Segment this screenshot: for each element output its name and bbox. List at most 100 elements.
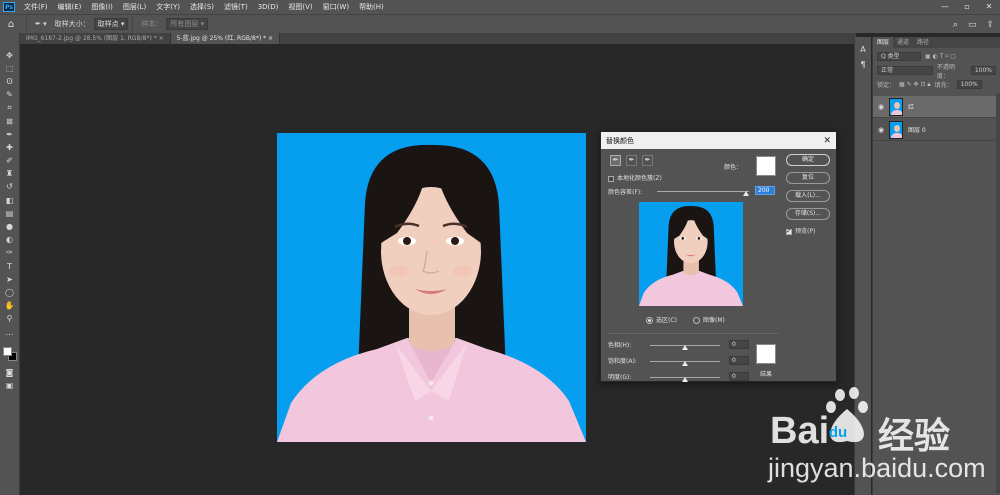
- path-select-tool-icon[interactable]: ➤: [4, 274, 16, 286]
- saturation-input[interactable]: 0: [729, 356, 749, 365]
- crop-tool-icon[interactable]: ⌗: [4, 102, 16, 114]
- load-button[interactable]: 载入(L)...: [786, 190, 830, 202]
- dialog-titlebar[interactable]: 替换颜色 ✕: [601, 132, 836, 149]
- visibility-eye-icon[interactable]: ◉: [873, 126, 889, 134]
- share-icon[interactable]: ⇪: [986, 20, 994, 30]
- fuzziness-input[interactable]: 200: [755, 186, 775, 195]
- brush-tool-icon[interactable]: ✐: [4, 155, 16, 167]
- lightness-input[interactable]: 0: [729, 372, 749, 381]
- menu-view[interactable]: 视图(V): [283, 2, 317, 12]
- result-color-swatch[interactable]: [756, 344, 776, 364]
- menu-type[interactable]: 文字(Y): [151, 2, 185, 12]
- fill-input[interactable]: 100%: [956, 80, 982, 89]
- dodge-tool-icon[interactable]: ◐: [4, 234, 16, 246]
- layer-row-red[interactable]: ◉ 红: [873, 96, 1000, 118]
- hue-slider-thumb[interactable]: [682, 345, 688, 350]
- canvas-photo[interactable]: [277, 133, 586, 442]
- fuzziness-slider-thumb[interactable]: [743, 191, 749, 196]
- result-label: 结果: [760, 371, 773, 378]
- lock-icons[interactable]: ▦ ✎ ✥ ⊡ 🔒︎: [899, 81, 931, 89]
- lasso-tool-icon[interactable]: ʘ: [4, 76, 16, 88]
- sample-size-dropdown[interactable]: 取样点 ▾: [93, 18, 129, 30]
- layer-thumbnail: [889, 120, 903, 139]
- paragraph-panel-icon[interactable]: ¶: [860, 60, 865, 69]
- pen-tool-icon[interactable]: ✑: [4, 247, 16, 259]
- menu-edit[interactable]: 编辑(E): [53, 2, 87, 12]
- visibility-eye-icon[interactable]: ◉: [873, 103, 889, 111]
- tab-5-blue[interactable]: 5-蓝.jpg @ 25% (红, RGB/8*) * ×: [170, 33, 281, 44]
- opacity-input[interactable]: 100%: [970, 66, 996, 75]
- menu-select[interactable]: 选择(S): [185, 2, 219, 12]
- color-swatches[interactable]: [2, 347, 17, 362]
- restore-button[interactable]: ▫: [956, 0, 978, 14]
- shape-tool-icon[interactable]: ◯: [4, 287, 16, 299]
- type-tool-icon[interactable]: T: [4, 261, 16, 273]
- blur-tool-icon[interactable]: ●: [4, 221, 16, 233]
- tab-paths[interactable]: 路径: [913, 37, 933, 48]
- menu-file[interactable]: 文件(F): [19, 2, 53, 12]
- move-tool-icon[interactable]: ✥: [4, 50, 16, 62]
- image-radio-option[interactable]: 图像(M): [693, 315, 725, 324]
- frame-tool-icon[interactable]: ⊠: [4, 116, 16, 128]
- eyedropper-tool-icon[interactable]: ✒ ▾: [35, 20, 47, 28]
- ok-button[interactable]: 确定: [786, 154, 830, 166]
- tab-channels[interactable]: 通道: [893, 37, 913, 48]
- lightness-slider-thumb[interactable]: [682, 377, 688, 382]
- reset-button[interactable]: 复位: [786, 172, 830, 184]
- sample-dropdown[interactable]: 所有图层 ▾: [166, 18, 209, 30]
- preview-checkbox[interactable]: [786, 227, 792, 235]
- hue-label: 色相(H):: [608, 342, 632, 349]
- tab-img-6187[interactable]: IMG_6187-2.jpg @ 28.5% (图层 1, RGB/8*) * …: [20, 33, 171, 44]
- eyedropper-tool-icon[interactable]: ✒: [4, 129, 16, 141]
- marquee-tool-icon[interactable]: ⬚: [4, 63, 16, 75]
- sample-size-value: 取样点: [97, 20, 119, 28]
- menu-help[interactable]: 帮助(H): [354, 2, 389, 12]
- selection-radio[interactable]: [646, 317, 653, 324]
- eyedropper-plus-icon[interactable]: ✒: [626, 155, 637, 166]
- close-window-button[interactable]: ✕: [978, 0, 1000, 14]
- search-icon[interactable]: ⌕: [953, 20, 958, 30]
- menu-filter[interactable]: 滤镜(T): [219, 2, 253, 12]
- menu-layer[interactable]: 图层(L): [118, 2, 151, 12]
- workspace-icon[interactable]: ▭: [968, 20, 977, 30]
- eyedropper-icon[interactable]: ✒: [610, 155, 621, 166]
- home-icon[interactable]: ⌂: [0, 19, 22, 30]
- fuzziness-slider-track[interactable]: [657, 191, 749, 192]
- filter-icons[interactable]: ▣ ◐ T ⌑ ▢: [925, 53, 956, 60]
- tab-layers[interactable]: 图层: [873, 37, 894, 48]
- selection-radio-option[interactable]: 选区(C): [646, 315, 677, 324]
- localized-clusters-checkbox[interactable]: [608, 175, 614, 182]
- more-tools-icon[interactable]: …: [4, 327, 16, 339]
- zoom-tool-icon[interactable]: ⚲: [4, 313, 16, 325]
- blend-row: 正常 不透明度： 100%: [873, 64, 1000, 80]
- hand-tool-icon[interactable]: ✋: [4, 300, 16, 312]
- image-radio[interactable]: [693, 317, 700, 324]
- character-panel-icon[interactable]: A: [860, 45, 865, 54]
- history-brush-tool-icon[interactable]: ↺: [4, 181, 16, 193]
- stamp-tool-icon[interactable]: ♜: [4, 168, 16, 180]
- menu-image[interactable]: 图像(I): [86, 2, 118, 12]
- quick-mask-icon[interactable]: ◙: [4, 367, 16, 379]
- selected-color-swatch[interactable]: [756, 156, 776, 176]
- eraser-tool-icon[interactable]: ◧: [4, 195, 16, 207]
- selection-preview[interactable]: [639, 202, 743, 306]
- minimize-button[interactable]: —: [934, 0, 956, 14]
- menu-3d[interactable]: 3D(D): [253, 3, 284, 11]
- saturation-slider-thumb[interactable]: [682, 361, 688, 366]
- healing-tool-icon[interactable]: ✚: [4, 142, 16, 154]
- dialog-close-button[interactable]: ✕: [823, 136, 831, 146]
- layer-row-layer0[interactable]: ◉ 图层 0: [873, 119, 1000, 141]
- blend-mode-dropdown[interactable]: 正常: [877, 66, 933, 75]
- foreground-color-swatch[interactable]: [2, 347, 12, 357]
- gradient-tool-icon[interactable]: ▤: [4, 208, 16, 220]
- hue-input[interactable]: 0: [729, 340, 749, 349]
- eyedropper-minus-icon[interactable]: ✒: [642, 155, 653, 166]
- save-button[interactable]: 存储(S)...: [786, 208, 830, 220]
- layer-kind-filter[interactable]: Q 类型: [877, 52, 921, 61]
- screen-mode-icon[interactable]: ▣: [4, 380, 16, 392]
- preview-option[interactable]: 预览(P): [786, 226, 815, 235]
- menu-window[interactable]: 窗口(W): [318, 2, 354, 12]
- quick-select-tool-icon[interactable]: ✎: [4, 89, 16, 101]
- localized-clusters-option[interactable]: 本地化颜色簇(Z): [608, 173, 662, 182]
- divider: [608, 333, 778, 334]
